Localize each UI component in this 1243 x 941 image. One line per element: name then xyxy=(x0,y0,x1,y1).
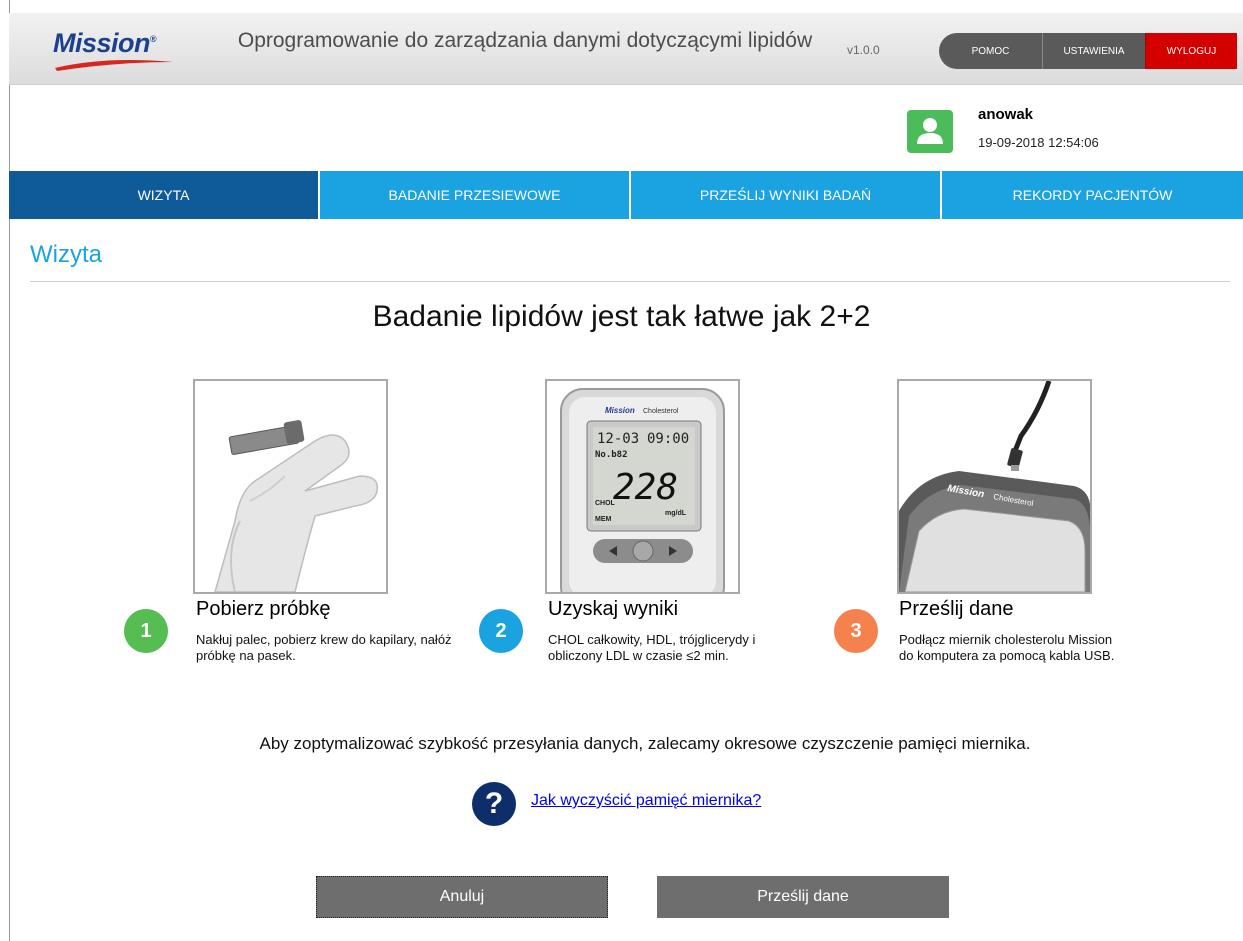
title-divider xyxy=(30,281,1230,282)
mission-logo: Mission® xyxy=(53,28,193,74)
settings-button[interactable]: USTAWIENIA xyxy=(1042,33,1145,69)
help-button[interactable]: POMOC xyxy=(939,33,1042,69)
tab-przeslij-wyniki[interactable]: PRZEŚLIJ WYNIKI BADAŃ xyxy=(631,171,942,219)
step-2-badge: 2 xyxy=(479,609,523,653)
app-header: Mission® Oprogramowanie do zarządzania d… xyxy=(9,13,1243,85)
step-1-badge: 1 xyxy=(124,609,168,653)
user-name: anowak xyxy=(978,106,1034,123)
meter-value: 228 xyxy=(613,467,678,508)
cancel-button[interactable]: Anuluj xyxy=(316,876,608,918)
meter-record: No.b82 xyxy=(595,450,628,460)
meter-unit: mg/dL xyxy=(665,510,687,517)
app-title: Oprogramowanie do zarządzania danymi dot… xyxy=(237,29,813,52)
meter-model: Cholesterol xyxy=(643,408,679,415)
usb-connection-image: Mission Cholesterol xyxy=(897,379,1092,594)
meter-date: 12-03 xyxy=(597,431,639,447)
meter-chol-label: CHOL xyxy=(595,500,616,507)
tab-wizyta[interactable]: WIZYTA xyxy=(9,171,320,219)
logo-swoosh-icon xyxy=(55,60,173,71)
meter-mem-label: MEM xyxy=(595,516,612,523)
tab-badanie-przesiewowe[interactable]: BADANIE PRZESIEWOWE xyxy=(320,171,631,219)
step-2-description: CHOL całkowity, HDL, trójglicerydy i obl… xyxy=(548,632,756,663)
tab-rekordy-pacjentow[interactable]: REKORDY PACJENTÓW xyxy=(942,171,1243,219)
help-question-icon[interactable]: ? xyxy=(472,782,516,826)
window-border xyxy=(9,0,10,941)
step-1-title: Pobierz próbkę xyxy=(196,598,331,620)
send-data-button[interactable]: Prześlij dane xyxy=(657,876,949,918)
step-1-description: Nakłuj palec, pobierz krew do kapilary, … xyxy=(196,632,452,663)
memory-notice: Aby zoptymalizować szybkość przesyłania … xyxy=(259,734,1031,753)
step-3-title: Prześlij dane xyxy=(899,598,1014,620)
top-button-group: POMOC USTAWIENIA WYLOGUJ xyxy=(939,33,1237,69)
meter-time: 09:00 xyxy=(647,431,689,447)
step-2-title: Uzyskaj wyniki xyxy=(548,598,679,620)
current-datetime: 19-09-2018 12:54:06 xyxy=(978,135,1099,150)
logo-registered-mark: ® xyxy=(150,34,157,44)
meter-results-image: Mission Cholesterol 12-03 09:00 No.b82 2… xyxy=(545,379,740,594)
meter-brand: Mission xyxy=(605,406,635,415)
sample-collection-image xyxy=(193,379,388,594)
step-3-badge: 3 xyxy=(834,609,878,653)
main-nav: WIZYTA BADANIE PRZESIEWOWE PRZEŚLIJ WYNI… xyxy=(9,171,1243,219)
page-title: Wizyta xyxy=(30,241,102,268)
logout-button[interactable]: WYLOGUJ xyxy=(1145,33,1237,69)
user-icon xyxy=(907,110,953,153)
clear-memory-help-link[interactable]: Jak wyczyścić pamięć miernika? xyxy=(531,792,761,810)
headline: Badanie lipidów jest tak łatwe jak 2+2 xyxy=(372,300,871,333)
logo-text: Mission xyxy=(53,28,151,58)
app-version: v1.0.0 xyxy=(847,43,880,57)
step-3-description: Podłącz miernik cholesterolu Mission do … xyxy=(899,632,1115,663)
